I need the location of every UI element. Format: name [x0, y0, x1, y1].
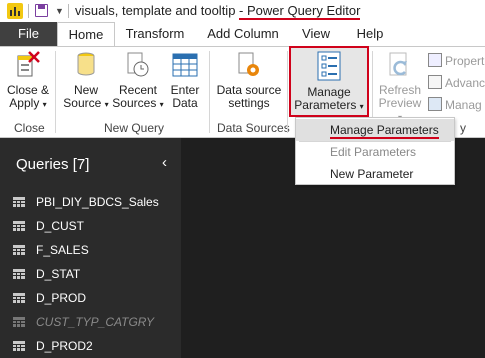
menu-item-edit-parameters[interactable]: Edit Parameters [296, 141, 454, 163]
query-list-item[interactable]: D_PROD2 [0, 334, 181, 358]
table-icon [13, 245, 25, 255]
parameters-icon [316, 50, 342, 82]
app-name-highlighted: - Power Query Editor [239, 3, 361, 20]
table-icon [13, 293, 25, 303]
tab-view[interactable]: View [296, 22, 336, 46]
query-name: CUST_TYP_CATGRY [36, 315, 155, 329]
save-icon[interactable] [35, 4, 48, 17]
tab-add-column[interactable]: Add Column [204, 22, 282, 46]
tab-home[interactable]: Home [57, 22, 115, 46]
table-grid-icon [172, 50, 198, 80]
quick-access-dropdown-icon[interactable]: ▼ [55, 6, 64, 16]
close-apply-icon [15, 50, 41, 80]
new-source-button[interactable]: New Source ▾ [62, 50, 110, 111]
table-icon [13, 197, 25, 207]
tab-transform[interactable]: Transform [118, 22, 192, 46]
title-divider [28, 4, 29, 18]
manage-parameters-button[interactable]: Manage Parameters ▾ [291, 50, 367, 113]
query-list-item[interactable]: PBI_DIY_BDCS_Sales [0, 190, 181, 214]
manage-icon [428, 97, 442, 111]
query-list-item[interactable]: D_CUST [0, 214, 181, 238]
query-name: D_STAT [36, 267, 81, 281]
table-icon [13, 341, 25, 351]
data-source-settings-button[interactable]: Data source settings [214, 50, 284, 110]
group-divider [287, 51, 288, 133]
close-apply-button[interactable]: Close & Apply ▾ [5, 50, 51, 111]
recent-sources-label-2: Sources ▾ [112, 96, 164, 110]
query-name: PBI_DIY_BDCS_Sales [36, 195, 159, 209]
enter-data-button[interactable]: Enter Data [167, 50, 203, 110]
queries-header: Queries [7] [16, 156, 90, 173]
table-icon [13, 269, 25, 279]
group-label-data-sources: Data Sources [217, 121, 290, 135]
menu-item-manage-parameters[interactable]: Manage Parameters [296, 119, 454, 141]
collapse-chevron-icon[interactable]: ‹ [162, 154, 167, 171]
refresh-icon [387, 50, 413, 80]
group-label-close: Close [14, 121, 45, 135]
query-list-item[interactable]: F_SALES [0, 238, 181, 262]
close-apply-label-2: Apply ▾ [9, 96, 47, 110]
query-name: D_PROD2 [36, 339, 93, 353]
table-icon [13, 317, 25, 327]
title-divider [68, 4, 69, 18]
query-list-item[interactable]: D_STAT [0, 262, 181, 286]
table-icon [13, 221, 25, 231]
manage-parameters-label-2: Parameters ▾ [294, 98, 364, 112]
enter-data-label-2: Data [172, 96, 198, 110]
ribbon-tabs: File Home Transform Add Column View Help [0, 22, 485, 46]
data-source-settings-icon [236, 50, 262, 80]
database-icon [75, 50, 97, 80]
query-list-item[interactable]: CUST_TYP_CATGRY [0, 310, 181, 334]
recent-sources-button[interactable]: Recent Sources ▾ [112, 50, 164, 111]
query-list-item[interactable]: D_PROD [0, 286, 181, 310]
group-label-new-query: New Query [104, 121, 165, 135]
group-divider [209, 51, 210, 133]
title-bar: ▼ visuals, template and tooltip - Power … [0, 0, 485, 22]
tab-file[interactable]: File [0, 22, 57, 46]
manage-button[interactable]: Manag [428, 97, 485, 112]
properties-button[interactable]: Properti [428, 53, 485, 68]
query-name: F_SALES [36, 243, 89, 257]
new-source-label-2: Source ▾ [63, 96, 109, 110]
advanced-editor-icon [428, 75, 442, 89]
queries-pane: Queries [7] ‹ PBI_DIY_BDCS_Sales D_CUST F_… [0, 138, 181, 358]
group-label-query: y [460, 121, 466, 135]
recent-sources-icon [125, 50, 151, 80]
data-source-settings-label-2: settings [228, 96, 270, 110]
query-name: D_PROD [36, 291, 87, 305]
advanced-editor-button[interactable]: Advanc [428, 75, 485, 90]
tab-help[interactable]: Help [350, 22, 390, 46]
file-name: visuals, template and tooltip [75, 3, 240, 18]
group-divider [55, 51, 56, 133]
properties-icon [428, 53, 442, 67]
menu-item-new-parameter[interactable]: New Parameter [296, 163, 454, 185]
manage-parameters-menu: Manage Parameters Edit Parameters New Pa… [295, 117, 455, 185]
query-name: D_CUST [36, 219, 85, 233]
power-bi-logo-icon [7, 3, 23, 19]
refresh-preview-button[interactable]: Refresh Preview ▾ [375, 50, 425, 124]
window-title: visuals, template and tooltip - Power Qu… [75, 3, 361, 20]
